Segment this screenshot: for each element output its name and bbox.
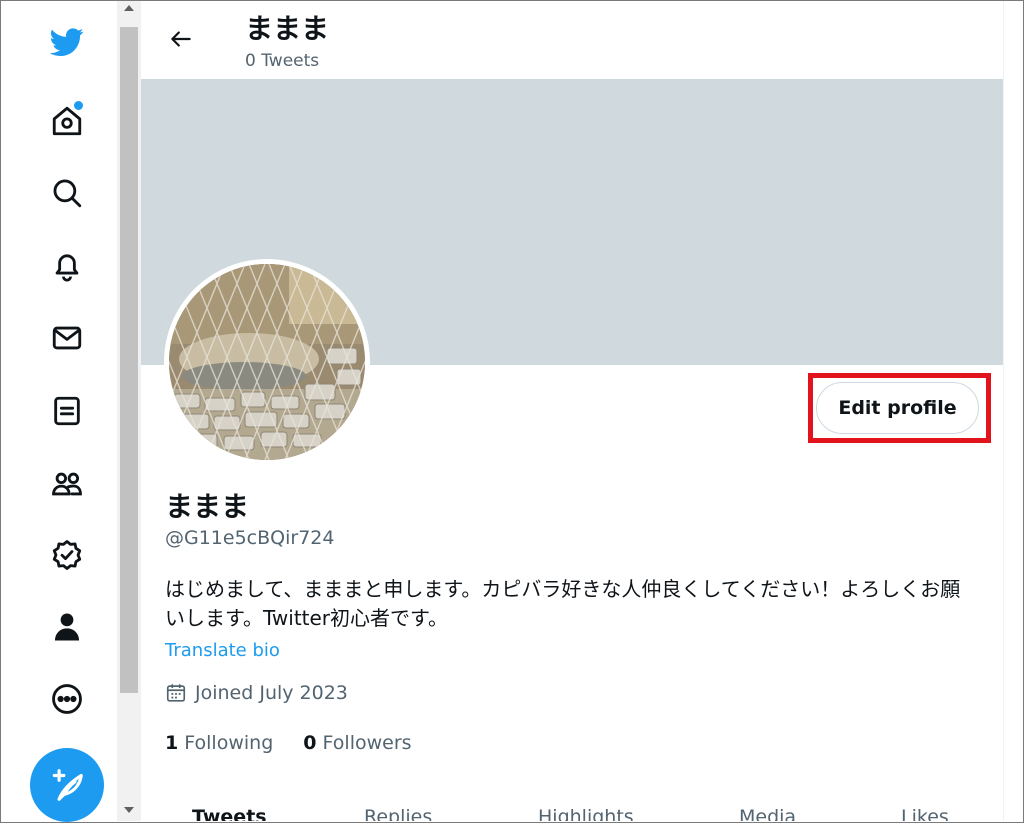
left-navigation bbox=[1, 1, 117, 822]
tab-replies[interactable]: Replies bbox=[364, 806, 432, 821]
translate-bio-link[interactable]: Translate bio bbox=[165, 640, 280, 661]
twitter-logo-icon[interactable] bbox=[45, 20, 89, 64]
notifications-bell-icon[interactable] bbox=[45, 244, 89, 288]
compose-tweet-button[interactable] bbox=[30, 748, 104, 822]
lists-icon[interactable] bbox=[45, 389, 89, 433]
column-divider bbox=[1003, 1, 1004, 821]
calendar-icon bbox=[166, 684, 186, 702]
joined-date-text: Joined July 2023 bbox=[195, 682, 348, 704]
tab-likes[interactable]: Likes bbox=[901, 806, 949, 821]
more-icon[interactable] bbox=[45, 677, 89, 721]
following-label: Following bbox=[184, 732, 274, 754]
profile-bio: はじめまして、まままと申します。カピバラ好きな人仲良くしてください！よろしくお願… bbox=[165, 577, 961, 630]
followers-label: Followers bbox=[322, 732, 412, 754]
avatar-ring bbox=[164, 259, 370, 465]
tab-tweets[interactable]: Tweets bbox=[192, 806, 267, 821]
following-count: 1 bbox=[165, 732, 179, 754]
scroll-up-arrow-icon[interactable] bbox=[124, 5, 134, 11]
profile-person-icon[interactable] bbox=[45, 605, 89, 649]
header-profile-name: ままま bbox=[245, 12, 330, 45]
search-icon[interactable] bbox=[45, 171, 89, 215]
communities-icon[interactable] bbox=[45, 462, 89, 506]
scroll-down-arrow-icon[interactable] bbox=[124, 807, 134, 813]
back-arrow-icon[interactable] bbox=[163, 21, 199, 57]
verified-badge-icon[interactable] bbox=[45, 533, 89, 577]
avatar[interactable] bbox=[169, 264, 365, 460]
following-link[interactable]: 1 Following bbox=[165, 732, 273, 754]
followers-count: 0 bbox=[303, 732, 317, 754]
header-tweet-count: 0 Tweets bbox=[245, 51, 320, 71]
edit-profile-button[interactable]: Edit profile bbox=[816, 382, 979, 434]
profile-handle: @G11e5cBQir724 bbox=[165, 527, 335, 549]
messages-mail-icon[interactable] bbox=[45, 316, 89, 360]
tab-highlights[interactable]: Highlights bbox=[538, 806, 634, 821]
tab-media[interactable]: Media bbox=[739, 806, 796, 821]
follow-stats: 1 Following 0 Followers bbox=[165, 732, 412, 754]
profile-display-name: ままま bbox=[165, 490, 250, 523]
notification-dot bbox=[74, 101, 83, 110]
vertical-scrollbar[interactable] bbox=[117, 1, 141, 821]
home-icon[interactable] bbox=[45, 99, 89, 143]
profile-main-column: ままま 0 Tweets Edit profile ままま @G11e5cBQi… bbox=[141, 1, 1003, 821]
scrollbar-thumb[interactable] bbox=[120, 27, 138, 693]
followers-link[interactable]: 0 Followers bbox=[303, 732, 411, 754]
joined-date: Joined July 2023 bbox=[165, 682, 348, 704]
